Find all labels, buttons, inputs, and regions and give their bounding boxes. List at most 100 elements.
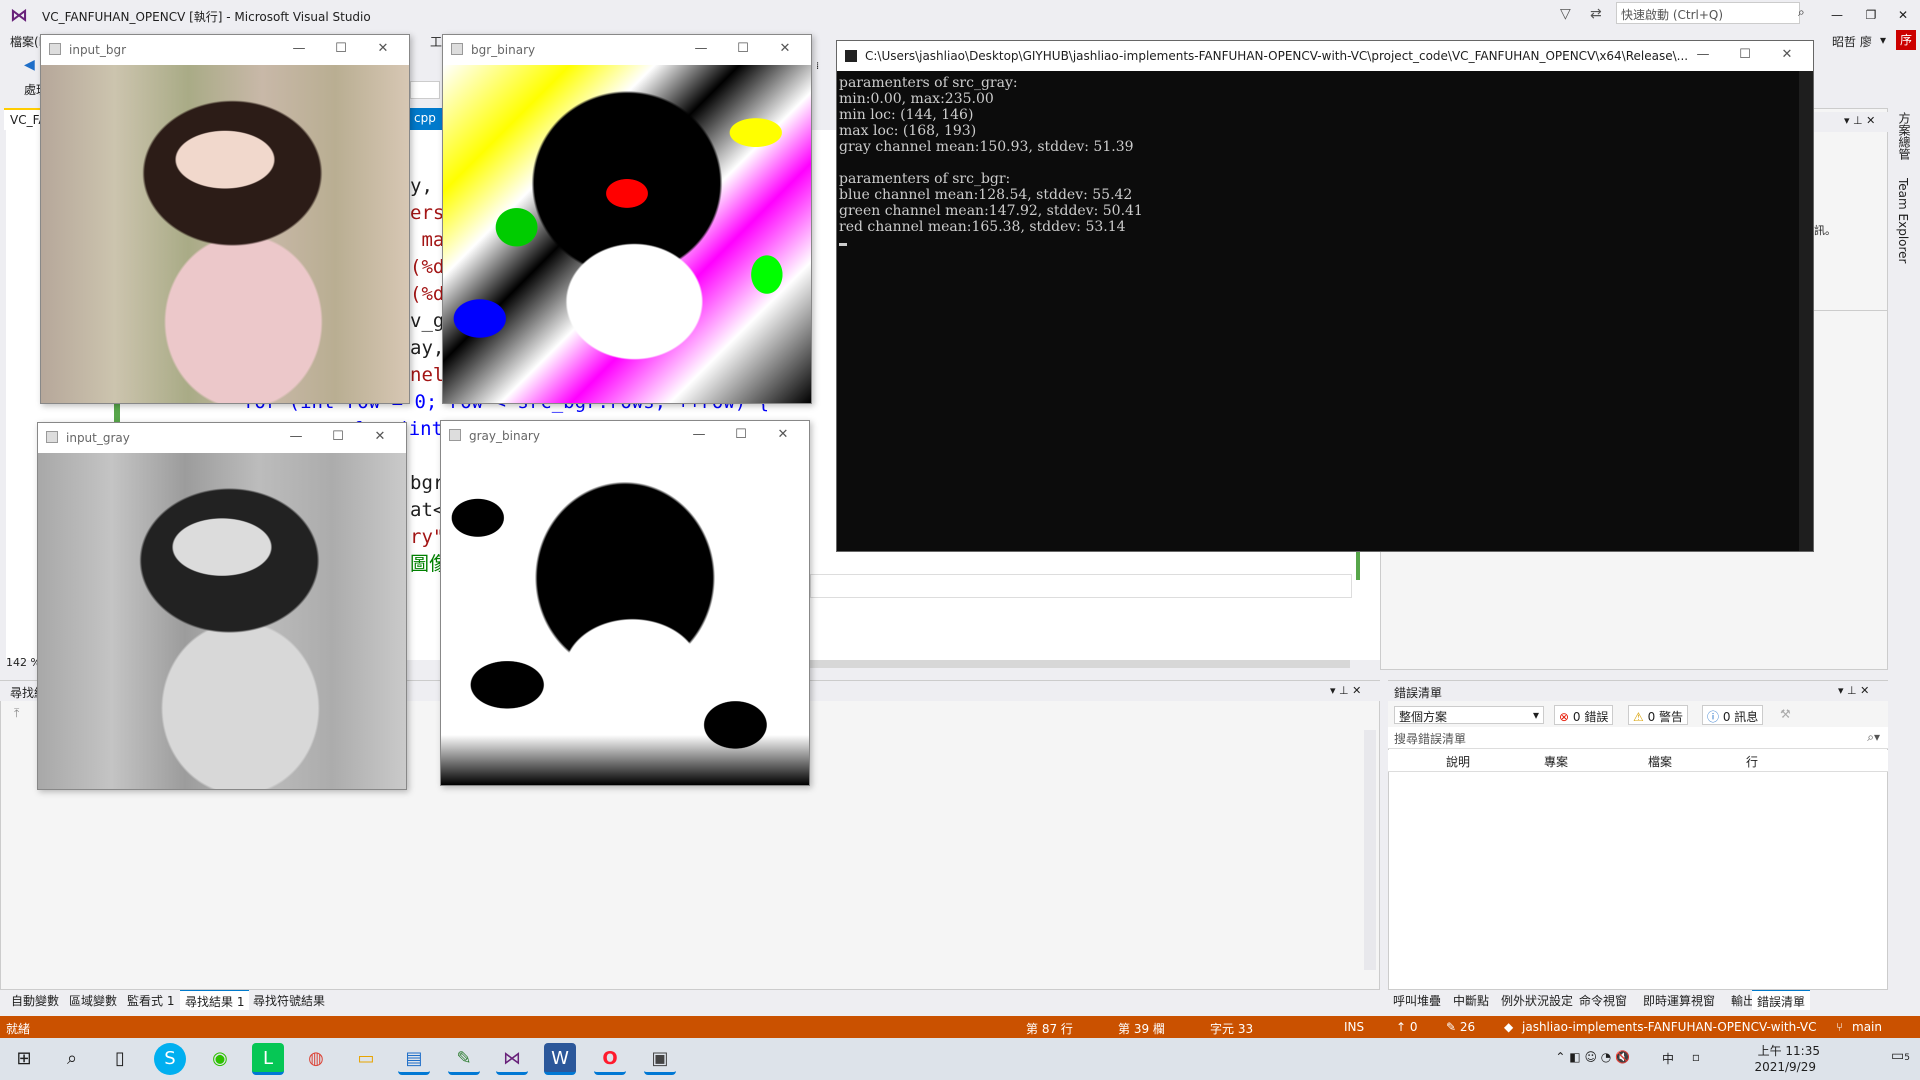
status-pending-edits[interactable]: ✎ 26 <box>1446 1020 1475 1034</box>
tab-cpp[interactable]: cpp <box>408 108 442 130</box>
tab-watch-1[interactable]: 監看式 1 <box>122 990 179 1010</box>
status-branch[interactable]: main <box>1852 1020 1882 1034</box>
panel-controls-icon[interactable]: ▾ ⊥ ✕ <box>1838 684 1869 697</box>
tray-icons[interactable]: ⌃ ◧ ☺ ◔ 🔇 <box>1555 1050 1630 1064</box>
line-icon[interactable]: L <box>252 1043 284 1075</box>
status-push-count[interactable]: ↑ 0 <box>1396 1020 1418 1034</box>
chrome-icon[interactable]: ◍ <box>300 1043 332 1075</box>
opera-icon[interactable]: O <box>594 1043 626 1075</box>
find-results-scrollbar[interactable] <box>1364 730 1376 970</box>
maximize-button[interactable]: ☐ <box>329 41 353 59</box>
minimize-button[interactable]: — <box>1822 6 1852 24</box>
window-input-bgr[interactable]: input_bgr — ☐ ✕ <box>40 34 410 404</box>
status-repo[interactable]: jashliao-implements-FANFUHAN-OPENCV-with… <box>1522 1020 1816 1034</box>
column-project[interactable]: 專案 <box>1544 753 1568 770</box>
minimize-button[interactable]: — <box>689 41 713 59</box>
close-button[interactable]: ✕ <box>773 41 797 59</box>
maximize-button[interactable]: ☐ <box>729 427 753 445</box>
toolbar-overflow-icon[interactable]: ⁞ <box>816 61 819 72</box>
window-gray-binary[interactable]: gray_binary — ☐ ✕ <box>440 420 810 786</box>
tab-find-symbol-results[interactable]: 尋找符號結果 <box>248 990 330 1010</box>
skype-icon[interactable]: S <box>154 1043 186 1075</box>
maximize-button[interactable]: ☐ <box>326 429 350 447</box>
window-input-gray[interactable]: input_gray — ☐ ✕ <box>37 422 407 790</box>
ime-indicator[interactable]: 中 <box>1662 1050 1674 1067</box>
console-app-icon[interactable]: ▣ <box>644 1043 676 1075</box>
panel-controls-icon[interactable]: ▾ ⊥ ✕ <box>1330 684 1361 697</box>
file-explorer-icon[interactable]: ▭ <box>350 1043 382 1075</box>
image-input-bgr <box>41 65 409 403</box>
find-box[interactable] <box>810 574 1352 598</box>
tab-exception-settings[interactable]: 例外狀況設定 <box>1496 990 1578 1010</box>
minimize-button[interactable]: — <box>287 41 311 59</box>
pin-icon[interactable]: ▾ ⊥ ✕ <box>1844 114 1875 127</box>
wechat-icon[interactable]: ◉ <box>204 1043 236 1075</box>
find-toolbar-icon[interactable]: ⤒ <box>14 706 19 721</box>
column-description[interactable]: 說明 <box>1446 753 1470 770</box>
feedback-icon[interactable]: ⇄ <box>1590 6 1602 22</box>
task-view-icon[interactable]: ▯ <box>104 1043 136 1075</box>
error-scope-select[interactable]: 整個方案 ▾ <box>1394 706 1544 724</box>
minimize-button[interactable]: — <box>1691 47 1715 65</box>
quick-launch-input[interactable]: 快速啟動 (Ctrl+Q) <box>1616 2 1800 24</box>
tab-solution-explorer[interactable]: 方案總管 <box>1896 112 1913 160</box>
column-file[interactable]: 檔案 <box>1648 753 1672 770</box>
filter-build-icon[interactable]: ⚒ <box>1780 707 1791 721</box>
dropdown-icon[interactable]: ▾ <box>1880 33 1886 47</box>
visual-studio-icon[interactable]: ⋈ <box>496 1043 528 1075</box>
error-list-header: 錯誤清單 ▾ ⊥ ✕ <box>1388 681 1888 701</box>
maximize-button[interactable]: ☐ <box>1733 47 1757 65</box>
maximize-button[interactable]: ☐ <box>731 41 755 59</box>
back-icon[interactable]: ◀ <box>24 57 35 73</box>
restore-button[interactable]: ❐ <box>1856 6 1886 24</box>
clock-time[interactable]: 上午 11:35 <box>1758 1042 1820 1059</box>
tab-locals[interactable]: 區域變數 <box>64 990 122 1010</box>
editor-horizontal-scrollbar[interactable] <box>810 660 1350 668</box>
search-icon[interactable]: ⌕ <box>1798 5 1805 20</box>
tab-immediate-window[interactable]: 即時運算視窗 <box>1638 990 1720 1010</box>
error-list-title: 錯誤清單 <box>1394 686 1443 700</box>
notification-badge-icon[interactable]: 序 <box>1896 30 1916 50</box>
close-button[interactable]: ✕ <box>1775 47 1799 65</box>
user-account[interactable]: 昭哲 廖 <box>1832 33 1872 50</box>
error-search-input[interactable]: 搜尋錯誤清單 ⌕▾ <box>1388 727 1888 749</box>
notepad-plus-icon[interactable]: ✎ <box>448 1043 480 1075</box>
filter-icon[interactable]: ▽ <box>1560 6 1571 22</box>
tab-team-explorer[interactable]: Team Explorer <box>1896 178 1910 264</box>
console-scrollbar[interactable] <box>1799 71 1813 551</box>
zoom-level[interactable]: 142 % <box>6 656 41 669</box>
ime-mode-icon[interactable]: ▫ <box>1692 1050 1700 1064</box>
messages-filter-button[interactable]: ⓘ 0 訊息 <box>1702 705 1764 725</box>
tab-find-results-1[interactable]: 尋找結果 1 <box>180 990 250 1010</box>
warnings-filter-button[interactable]: ⚠ 0 警告 <box>1628 705 1689 725</box>
error-list-columns: 說明 專案 檔案 行 <box>1388 750 1888 772</box>
console-window[interactable]: C:\Users\jashliao\Desktop\GIYHUB\jashlia… <box>836 40 1814 552</box>
tab-breakpoints[interactable]: 中斷點 <box>1448 990 1494 1010</box>
close-button[interactable]: ✕ <box>771 427 795 445</box>
window-bgr-binary[interactable]: bgr_binary — ☐ ✕ <box>442 34 812 404</box>
error-search-placeholder: 搜尋錯誤清單 <box>1394 732 1467 746</box>
close-button[interactable]: ✕ <box>368 429 392 447</box>
warnings-count: 0 警告 <box>1647 710 1684 724</box>
window-title-input-bgr: input_bgr <box>69 43 127 57</box>
clock-date[interactable]: 2021/9/29 <box>1754 1060 1816 1074</box>
window-title-gray-binary: gray_binary <box>469 429 540 443</box>
tab-autos[interactable]: 自動變數 <box>6 990 64 1010</box>
tab-command-window[interactable]: 命令視窗 <box>1574 990 1632 1010</box>
close-button[interactable]: ✕ <box>371 41 395 59</box>
word-icon[interactable]: W <box>544 1043 576 1075</box>
search-icon[interactable]: ⌕ <box>56 1043 88 1075</box>
minimize-button[interactable]: — <box>687 427 711 445</box>
app-window-icon[interactable]: ▤ <box>398 1043 430 1075</box>
tab-call-stack[interactable]: 呼叫堆疊 <box>1388 990 1446 1010</box>
column-line[interactable]: 行 <box>1746 753 1758 770</box>
close-button[interactable]: ✕ <box>1888 6 1918 24</box>
action-center-icon[interactable]: ▭5 <box>1891 1048 1910 1064</box>
toolbar-combo[interactable] <box>410 81 440 99</box>
start-windows-icon[interactable]: ⊞ <box>8 1043 40 1075</box>
tab-error-list[interactable]: 錯誤清單 <box>1752 990 1811 1010</box>
minimize-button[interactable]: — <box>284 429 308 447</box>
errors-filter-button[interactable]: ⊗ 0 錯誤 <box>1554 705 1614 725</box>
error-scope-value: 整個方案 <box>1399 710 1448 724</box>
menu-tools[interactable]: 工 <box>430 33 442 50</box>
